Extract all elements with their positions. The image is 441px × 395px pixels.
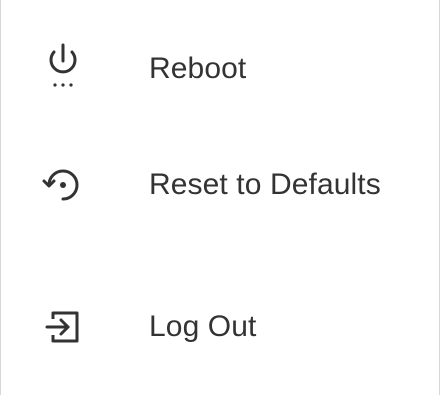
settings-menu: Reboot Reset to Defaults Log Out (0, 0, 440, 395)
power-icon (41, 43, 85, 91)
restore-icon (41, 163, 85, 207)
menu-item-label: Reset to Defaults (149, 168, 381, 201)
menu-item-reset-to-defaults[interactable]: Reset to Defaults (1, 142, 440, 228)
menu-item-reboot[interactable]: Reboot (1, 26, 440, 112)
menu-item-log-out[interactable]: Log Out (1, 284, 440, 370)
menu-item-label: Log Out (149, 310, 257, 343)
logout-icon (41, 305, 85, 349)
menu-item-label: Reboot (149, 52, 247, 85)
